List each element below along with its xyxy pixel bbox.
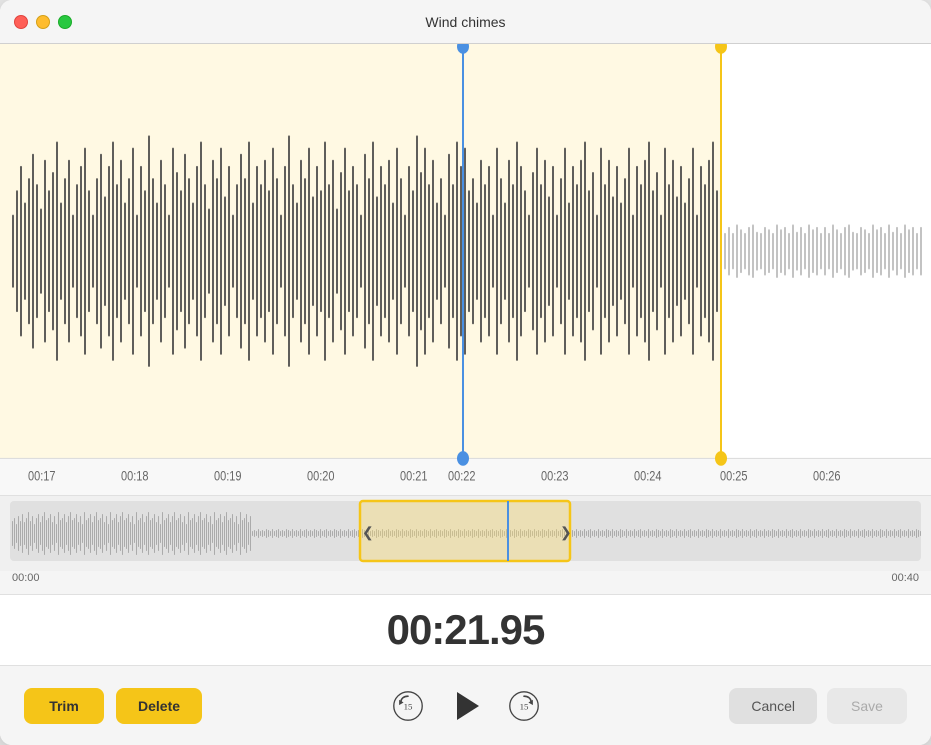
main-waveform-area[interactable]: 00:17 00:18 00:19 00:20 00:21 00:22 00:2…: [0, 44, 931, 495]
main-waveform-svg: 00:17 00:18 00:19 00:20 00:21 00:22 00:2…: [0, 44, 931, 495]
svg-text:❮: ❮: [362, 524, 374, 541]
controls-section: Trim Delete 15: [0, 665, 931, 745]
play-icon: [457, 692, 479, 720]
overview-section[interactable]: ❮ ❯ 00:00 00:40: [0, 495, 931, 595]
svg-text:15: 15: [403, 701, 412, 711]
cancel-button[interactable]: Cancel: [729, 688, 817, 724]
svg-text:00:24: 00:24: [634, 468, 662, 483]
left-controls: Trim Delete: [24, 688, 202, 724]
timer-display: 00:21.95: [387, 606, 545, 654]
svg-text:00:20: 00:20: [307, 468, 335, 483]
title-bar: Wind chimes: [0, 0, 931, 44]
forward-button[interactable]: 15: [506, 688, 542, 724]
overview-svg: ❮ ❯: [0, 496, 931, 571]
timer-section: 00:21.95: [0, 595, 931, 665]
svg-text:00:21: 00:21: [400, 468, 428, 483]
maximize-button[interactable]: [58, 15, 72, 29]
svg-text:00:26: 00:26: [813, 468, 841, 483]
play-button[interactable]: [446, 686, 486, 726]
svg-text:15: 15: [519, 701, 528, 711]
traffic-lights: [14, 15, 72, 29]
overview-start-label: 00:00: [12, 572, 40, 584]
svg-text:00:22: 00:22: [448, 468, 476, 483]
svg-text:00:25: 00:25: [720, 468, 748, 483]
svg-text:❯: ❯: [560, 524, 572, 541]
svg-text:00:18: 00:18: [121, 468, 149, 483]
svg-text:00:23: 00:23: [541, 468, 569, 483]
svg-text:00:17: 00:17: [28, 468, 56, 483]
app-window: Wind chimes: [0, 0, 931, 745]
overview-end-label: 00:40: [891, 572, 919, 584]
close-button[interactable]: [14, 15, 28, 29]
delete-button[interactable]: Delete: [116, 688, 202, 724]
svg-text:00:19: 00:19: [214, 468, 242, 483]
trim-button[interactable]: Trim: [24, 688, 104, 724]
minimize-button[interactable]: [36, 15, 50, 29]
center-controls: 15 15: [390, 686, 542, 726]
save-button[interactable]: Save: [827, 688, 907, 724]
window-title: Wind chimes: [425, 14, 505, 30]
rewind-button[interactable]: 15: [390, 688, 426, 724]
right-controls: Cancel Save: [729, 688, 907, 724]
